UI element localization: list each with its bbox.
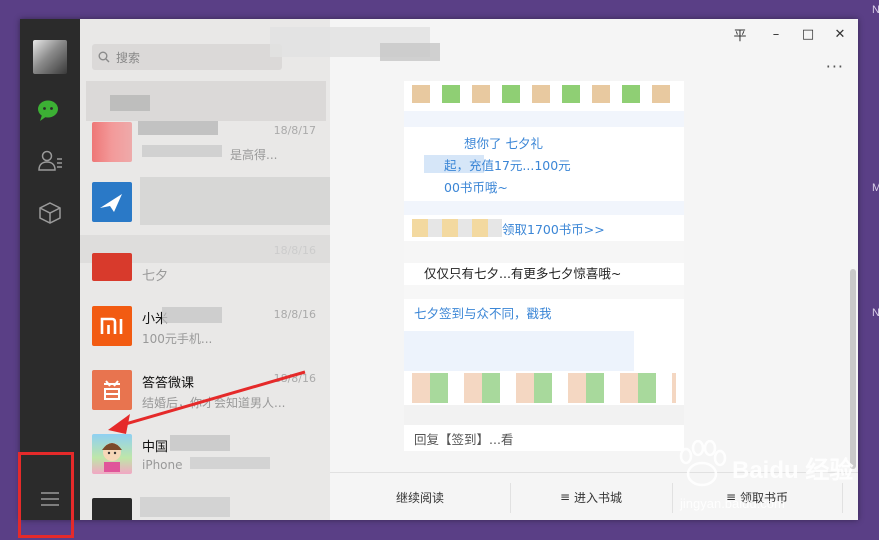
watermark-url: jingyan.baidu.com	[680, 496, 785, 511]
baidu-watermark: Baidu 经验 jingyan.baidu.com	[672, 440, 872, 520]
paw-icon	[679, 440, 727, 487]
watermark-brand: Baidu 经验	[732, 457, 854, 484]
